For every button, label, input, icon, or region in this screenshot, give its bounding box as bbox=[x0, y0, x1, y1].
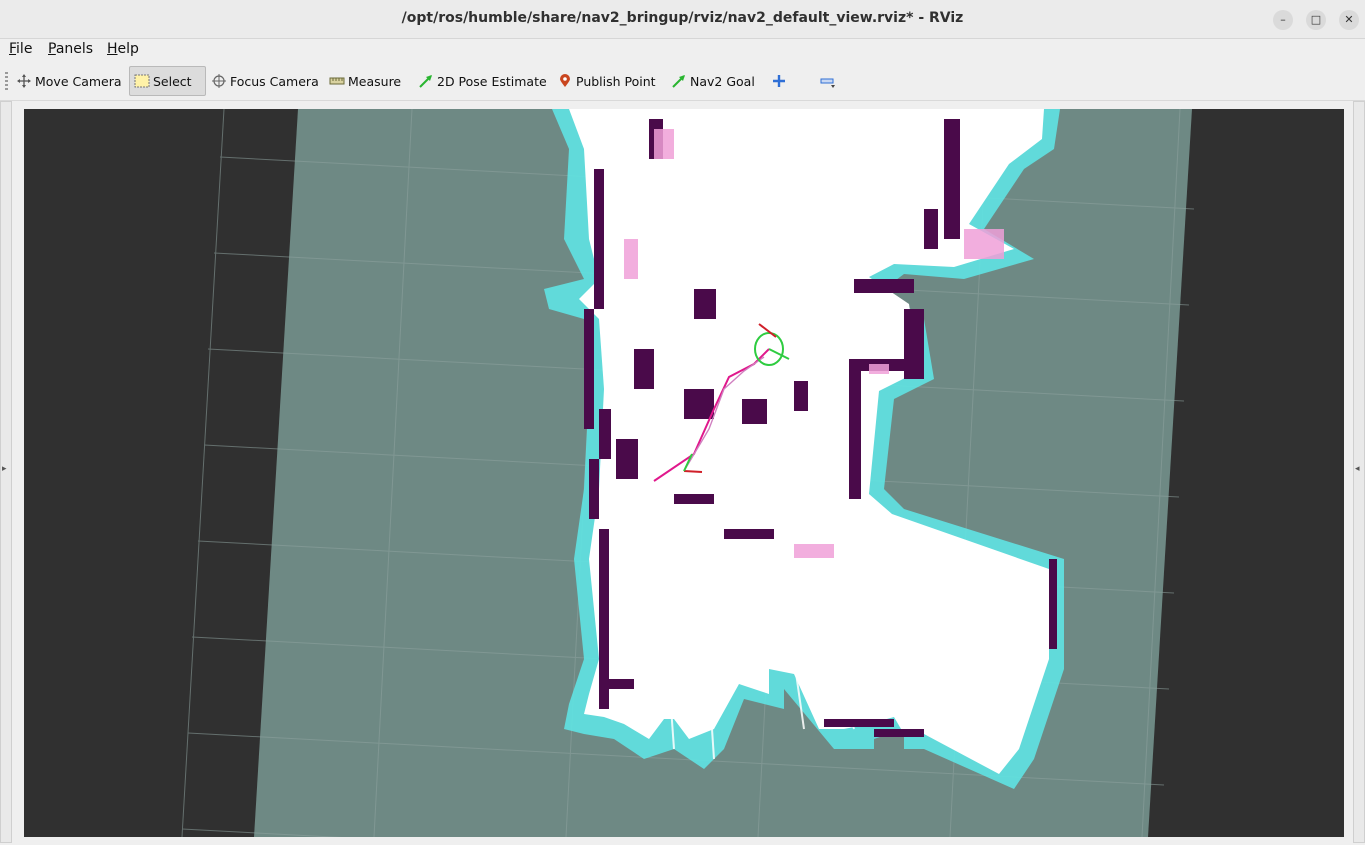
tools-toolbar: Move Camera Select Focus Camera Measure … bbox=[0, 62, 1365, 101]
plus-icon bbox=[771, 74, 787, 88]
menu-panels-mnemonic: P bbox=[48, 41, 56, 57]
nav2-goal-tool[interactable]: Nav2 Goal bbox=[667, 66, 759, 96]
menu-help[interactable]: Help bbox=[107, 41, 139, 57]
focus-camera-icon bbox=[211, 74, 227, 88]
window-titlebar: /opt/ros/humble/share/nav2_bringup/rviz/… bbox=[0, 0, 1365, 39]
nav2-goal-label: Nav2 Goal bbox=[690, 73, 755, 89]
map-pin-icon bbox=[557, 74, 573, 88]
menu-file-label: ile bbox=[16, 41, 33, 57]
green-arrow-icon bbox=[418, 74, 434, 88]
menu-file[interactable]: File bbox=[9, 41, 32, 57]
menu-help-label: elp bbox=[117, 41, 139, 57]
remove-tool-button[interactable] bbox=[815, 66, 842, 96]
window-title: /opt/ros/humble/share/nav2_bringup/rviz/… bbox=[401, 10, 964, 26]
select-label: Select bbox=[153, 73, 192, 89]
expand-left-icon: ◂ bbox=[1355, 464, 1360, 474]
select-icon bbox=[134, 74, 150, 88]
move-camera-icon bbox=[16, 74, 32, 88]
menubar: File Panels Help bbox=[0, 39, 1365, 61]
left-dock-handle[interactable]: ▸ bbox=[0, 101, 12, 843]
move-camera-tool[interactable]: Move Camera bbox=[12, 66, 126, 96]
focus-camera-tool[interactable]: Focus Camera bbox=[207, 66, 323, 96]
focus-camera-label: Focus Camera bbox=[230, 73, 319, 89]
render-viewport[interactable] bbox=[24, 109, 1344, 837]
menu-panels-label: anels bbox=[55, 41, 94, 57]
map-canvas[interactable] bbox=[24, 109, 1344, 837]
menu-help-mnemonic: H bbox=[107, 41, 118, 57]
move-camera-label: Move Camera bbox=[35, 73, 122, 89]
minimize-button[interactable]: – bbox=[1273, 10, 1293, 30]
publish-point-tool[interactable]: Publish Point bbox=[553, 66, 660, 96]
measure-label: Measure bbox=[348, 73, 402, 89]
ruler-icon bbox=[329, 74, 345, 88]
add-tool-button[interactable] bbox=[767, 66, 794, 96]
menu-file-mnemonic: F bbox=[9, 41, 17, 57]
close-button[interactable]: ✕ bbox=[1339, 10, 1359, 30]
menu-panels[interactable]: Panels bbox=[48, 41, 93, 57]
select-tool[interactable]: Select bbox=[129, 66, 206, 96]
pose-estimate-tool[interactable]: 2D Pose Estimate bbox=[414, 66, 551, 96]
measure-tool[interactable]: Measure bbox=[325, 66, 405, 96]
pose-estimate-label: 2D Pose Estimate bbox=[437, 73, 547, 89]
maximize-button[interactable]: □ bbox=[1306, 10, 1326, 30]
publish-point-label: Publish Point bbox=[576, 73, 656, 89]
expand-right-icon: ▸ bbox=[2, 464, 7, 474]
minus-icon bbox=[819, 74, 835, 88]
right-dock-handle[interactable]: ◂ bbox=[1353, 101, 1365, 843]
green-arrow-icon bbox=[671, 74, 687, 88]
toolbar-grip[interactable] bbox=[5, 72, 8, 90]
